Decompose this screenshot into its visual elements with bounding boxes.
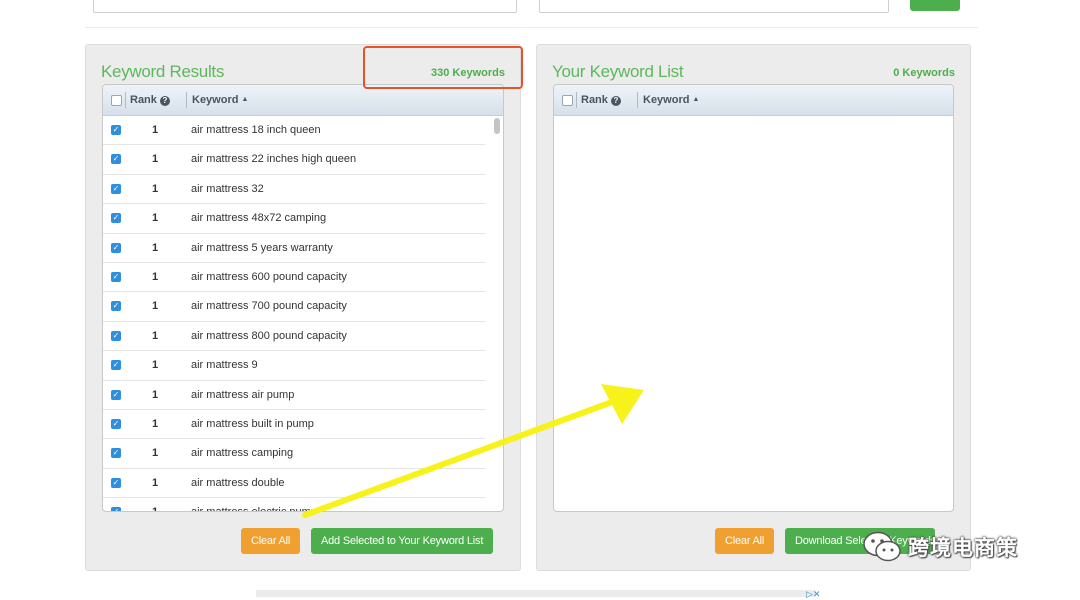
annotation-arrow bbox=[302, 384, 644, 518]
bottom-ad-strip bbox=[256, 590, 816, 597]
watermark-text: 跨境电商策 bbox=[908, 537, 1018, 560]
ad-close-icon[interactable]: ▷✕ bbox=[806, 589, 820, 600]
watermark: 跨境电商策 bbox=[862, 530, 1018, 564]
wechat-icon bbox=[863, 531, 901, 562]
